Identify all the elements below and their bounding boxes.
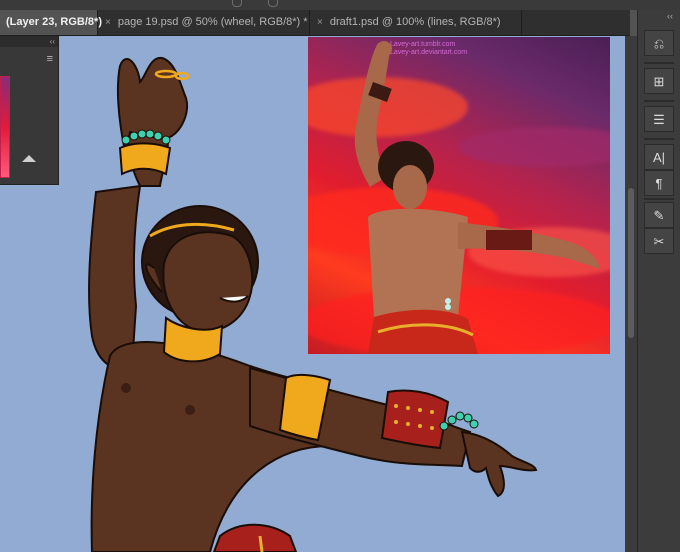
clone-source-icon[interactable]: ✂ — [644, 228, 674, 254]
option-toggle-icon[interactable] — [268, 0, 278, 7]
navigator-thumbnail[interactable] — [0, 76, 10, 178]
close-icon[interactable]: × — [317, 10, 323, 35]
character-icon[interactable]: A| — [644, 144, 674, 170]
tab-label: (Layer 23, RGB/8*) — [6, 16, 102, 28]
navigator-panel: ‹‹ ≡ — [0, 36, 59, 185]
close-icon[interactable]: × — [105, 10, 111, 35]
panel-collapse-button[interactable]: ‹‹ — [0, 36, 58, 47]
tab-page-19[interactable]: × page 19.psd @ 50% (wheel, RGB/8*) * — [98, 10, 310, 35]
panel-menu-icon[interactable]: ≡ — [47, 54, 53, 65]
vertical-scrollbar[interactable] — [625, 36, 637, 552]
dock-separator — [644, 100, 674, 102]
tab-label: draft1.psd @ 100% (lines, RGB/8*) — [329, 16, 501, 28]
dock-collapse-button[interactable]: ‹‹ — [667, 11, 673, 21]
dock-separator — [644, 138, 674, 140]
adjustments-icon[interactable]: ☰ — [644, 106, 674, 132]
artwork-figure — [88, 56, 538, 552]
dock-separator — [644, 62, 674, 64]
dock-separator — [644, 198, 674, 200]
libraries-icon[interactable]: ⊞ — [644, 68, 674, 94]
history-icon[interactable]: ⎌ — [644, 30, 674, 56]
panel-dock: ‹‹ ⎌ ⊞ ☰ A| ¶ ✎ ✂ — [637, 10, 680, 552]
document-tabs: (Layer 23, RGB/8*) × page 19.psd @ 50% (w… — [0, 10, 630, 36]
document-canvas[interactable]: Lavey-art.tumblr.com Lavey-art.deviantar… — [0, 36, 625, 552]
tab-layer-23[interactable]: (Layer 23, RGB/8*) — [0, 10, 102, 35]
option-toggle-icon[interactable] — [232, 0, 242, 7]
paragraph-icon[interactable]: ¶ — [644, 170, 674, 196]
scrollbar-thumb[interactable] — [628, 188, 634, 338]
tab-label: page 19.psd @ 50% (wheel, RGB/8*) * — [117, 16, 308, 28]
options-bar — [0, 0, 680, 10]
tab-draft1[interactable]: × draft1.psd @ 100% (lines, RGB/8*) — [310, 10, 522, 35]
brush-settings-icon[interactable]: ✎ — [644, 202, 674, 228]
zoom-in-mountain-icon[interactable] — [22, 155, 36, 162]
